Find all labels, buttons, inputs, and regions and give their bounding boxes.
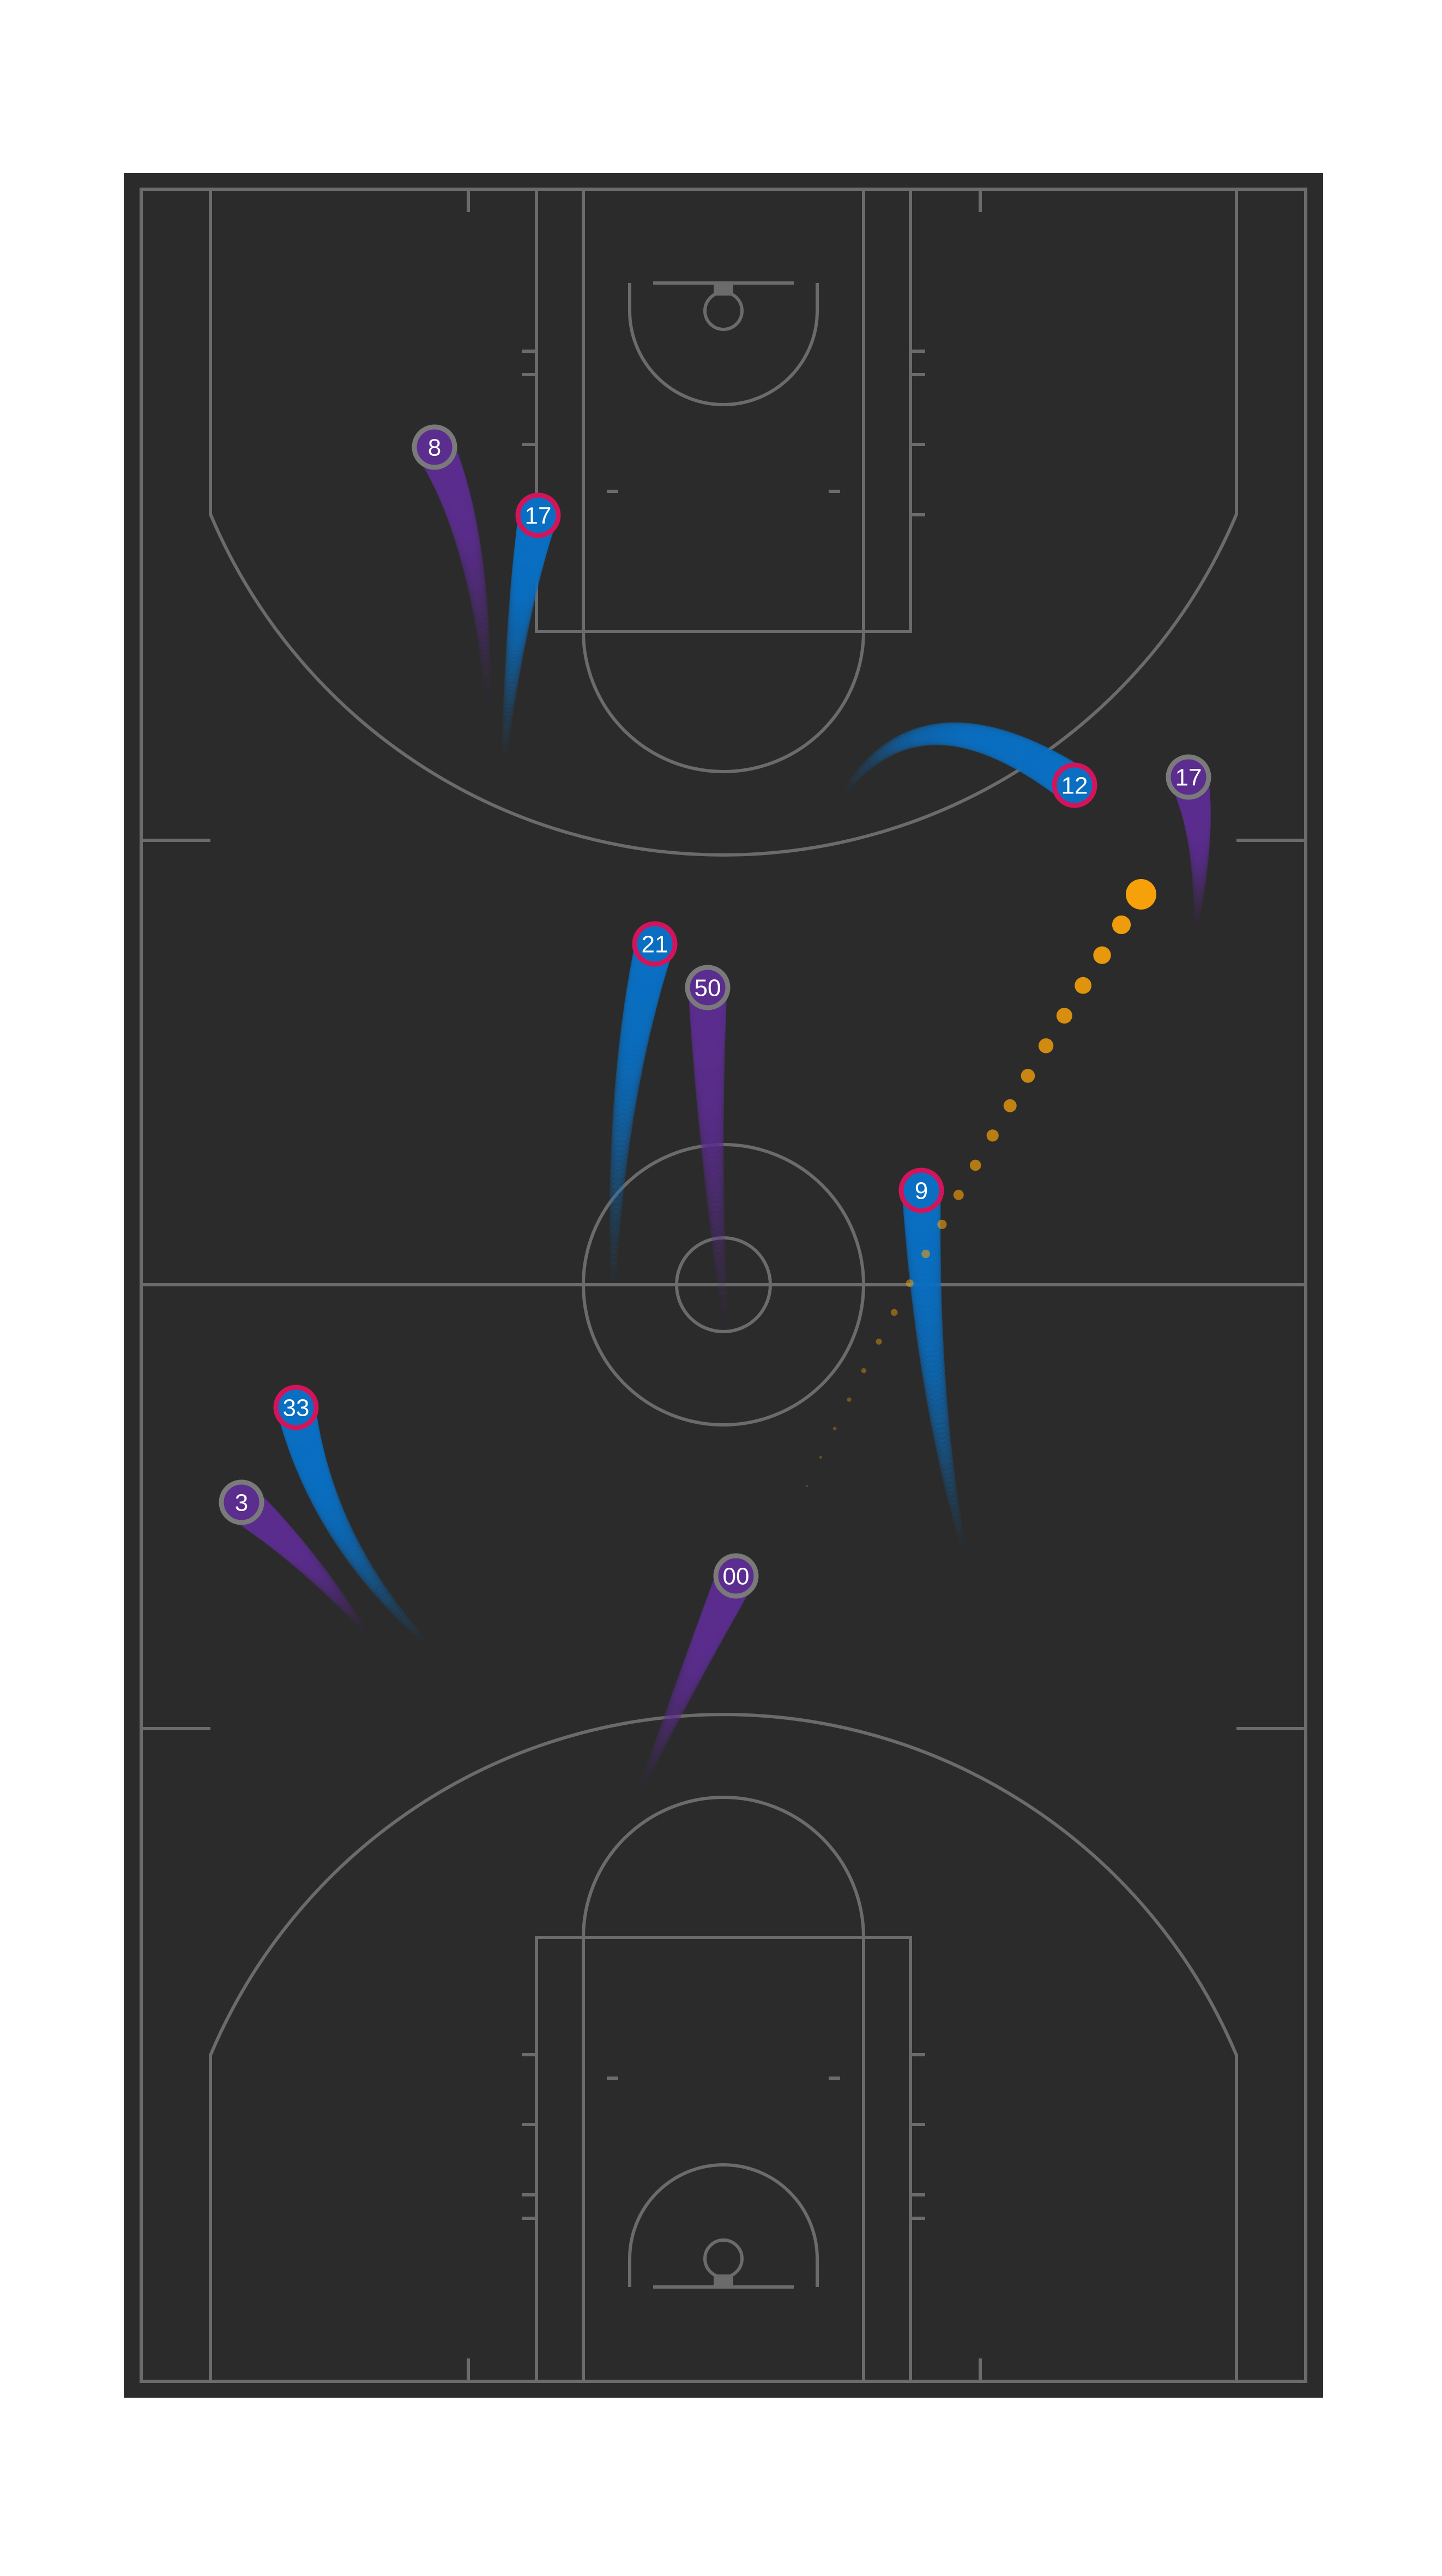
ball-trail-dot — [890, 1309, 898, 1316]
ball-trail-dot — [1112, 915, 1131, 934]
ball-trail-dot — [832, 1427, 837, 1430]
ball-trail-dot — [861, 1368, 867, 1374]
player-marker-purple-3: 3 — [219, 1479, 264, 1525]
player-number: 8 — [428, 435, 441, 461]
player-marker-blue-12: 12 — [1052, 762, 1097, 808]
player-marker-purple-00: 00 — [713, 1553, 759, 1599]
player-marker-purple-8: 8 — [412, 424, 457, 470]
ball-trail-dot — [806, 1485, 808, 1487]
player-number: 17 — [525, 503, 552, 529]
ball-trail-dot — [921, 1249, 930, 1259]
ball-trail-dot — [1003, 1099, 1017, 1112]
player-marker-purple-17: 17 — [1166, 754, 1211, 800]
player-marker-blue-9: 9 — [898, 1167, 944, 1213]
player-number: 00 — [723, 1563, 750, 1590]
ball-trail-dot — [1021, 1069, 1035, 1083]
ball-trail-dot — [906, 1279, 914, 1287]
player-number: 33 — [283, 1395, 310, 1422]
player-number: 50 — [695, 975, 721, 1002]
ball-trail-dot — [937, 1219, 947, 1229]
ball-trail-dot — [986, 1129, 999, 1142]
ball-trail-dot — [1056, 1008, 1072, 1024]
player-marker-blue-17: 17 — [515, 492, 561, 538]
player-marker-blue-33: 33 — [273, 1385, 319, 1430]
ball-trail-dot — [1075, 977, 1091, 994]
player-number: 21 — [642, 931, 668, 958]
player-marker-purple-50: 50 — [685, 965, 731, 1010]
player-number: 17 — [1175, 765, 1202, 791]
basketball-trail-icon — [1126, 879, 1156, 910]
player-number: 3 — [235, 1490, 248, 1516]
ball-trail-dot — [847, 1397, 852, 1402]
player-number: 9 — [915, 1178, 928, 1205]
ball-trail-dot — [953, 1189, 964, 1200]
ball-trail-dot — [819, 1455, 822, 1459]
ball-trail-dot — [1038, 1038, 1054, 1054]
basketball-court-diagram: 81712 172150933300 — [124, 173, 1323, 2398]
ball-trail-dot — [969, 1159, 981, 1171]
player-number: 12 — [1061, 773, 1088, 799]
ball-trail-dot — [876, 1338, 882, 1345]
player-marker-blue-21: 21 — [632, 921, 678, 967]
ball-trail-dot — [1093, 946, 1111, 964]
